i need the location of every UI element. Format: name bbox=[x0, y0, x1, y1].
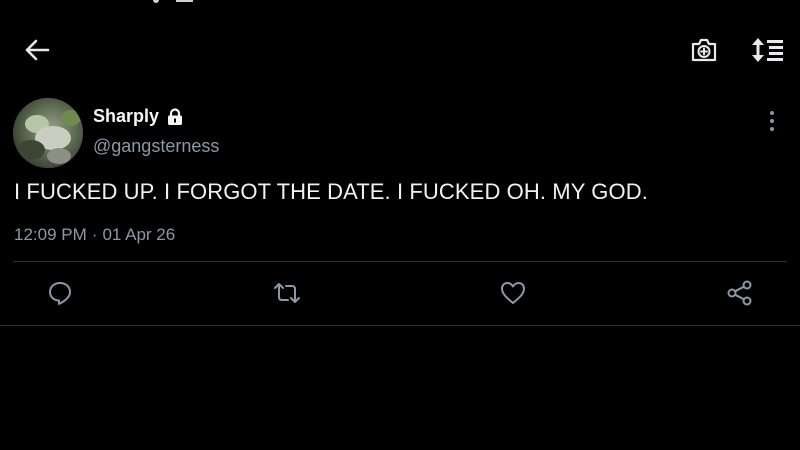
author-name-text: Sharply bbox=[93, 106, 160, 126]
section-divider bbox=[0, 325, 800, 326]
share-button[interactable] bbox=[725, 278, 755, 308]
reply-button[interactable] bbox=[45, 278, 75, 308]
arrow-left-icon bbox=[25, 39, 50, 61]
more-vertical-icon-dot bbox=[770, 119, 774, 123]
avatar[interactable] bbox=[13, 98, 83, 168]
heart-icon bbox=[501, 282, 525, 304]
sort-button[interactable] bbox=[748, 33, 788, 67]
sort-list-icon bbox=[752, 38, 783, 62]
camera-plus-icon bbox=[691, 38, 717, 62]
meta-separator: · bbox=[91, 225, 98, 244]
retweet-icon bbox=[274, 283, 300, 303]
tweet-timestamp: 12:09 PM · 01 Apr 26 bbox=[14, 225, 175, 245]
like-button[interactable] bbox=[498, 278, 528, 308]
more-options-button[interactable] bbox=[760, 108, 784, 134]
share-icon bbox=[727, 280, 752, 306]
avatar-image bbox=[13, 98, 83, 168]
tweet-text: I FUCKED UP. I FORGOT THE DATE. I FUCKED… bbox=[14, 179, 648, 204]
reply-bubble-icon bbox=[49, 282, 71, 305]
author-handle[interactable]: @gangsterness bbox=[93, 136, 219, 157]
camera-button[interactable] bbox=[686, 33, 722, 67]
divider bbox=[13, 261, 787, 262]
more-vertical-icon-dot bbox=[770, 127, 774, 131]
retweet-button[interactable] bbox=[272, 278, 302, 308]
tweet-time: 12:09 PM bbox=[14, 225, 87, 244]
top-navigation-bar bbox=[0, 0, 800, 96]
lock-icon bbox=[165, 107, 185, 127]
back-button[interactable] bbox=[20, 34, 54, 66]
tweet-date: 01 Apr 26 bbox=[102, 225, 176, 244]
more-vertical-icon bbox=[770, 111, 774, 115]
tweet-detail-screen: Sharply @gangsterness I FUCKED UP. I FOR… bbox=[0, 0, 800, 450]
author-name[interactable]: Sharply bbox=[93, 106, 185, 127]
